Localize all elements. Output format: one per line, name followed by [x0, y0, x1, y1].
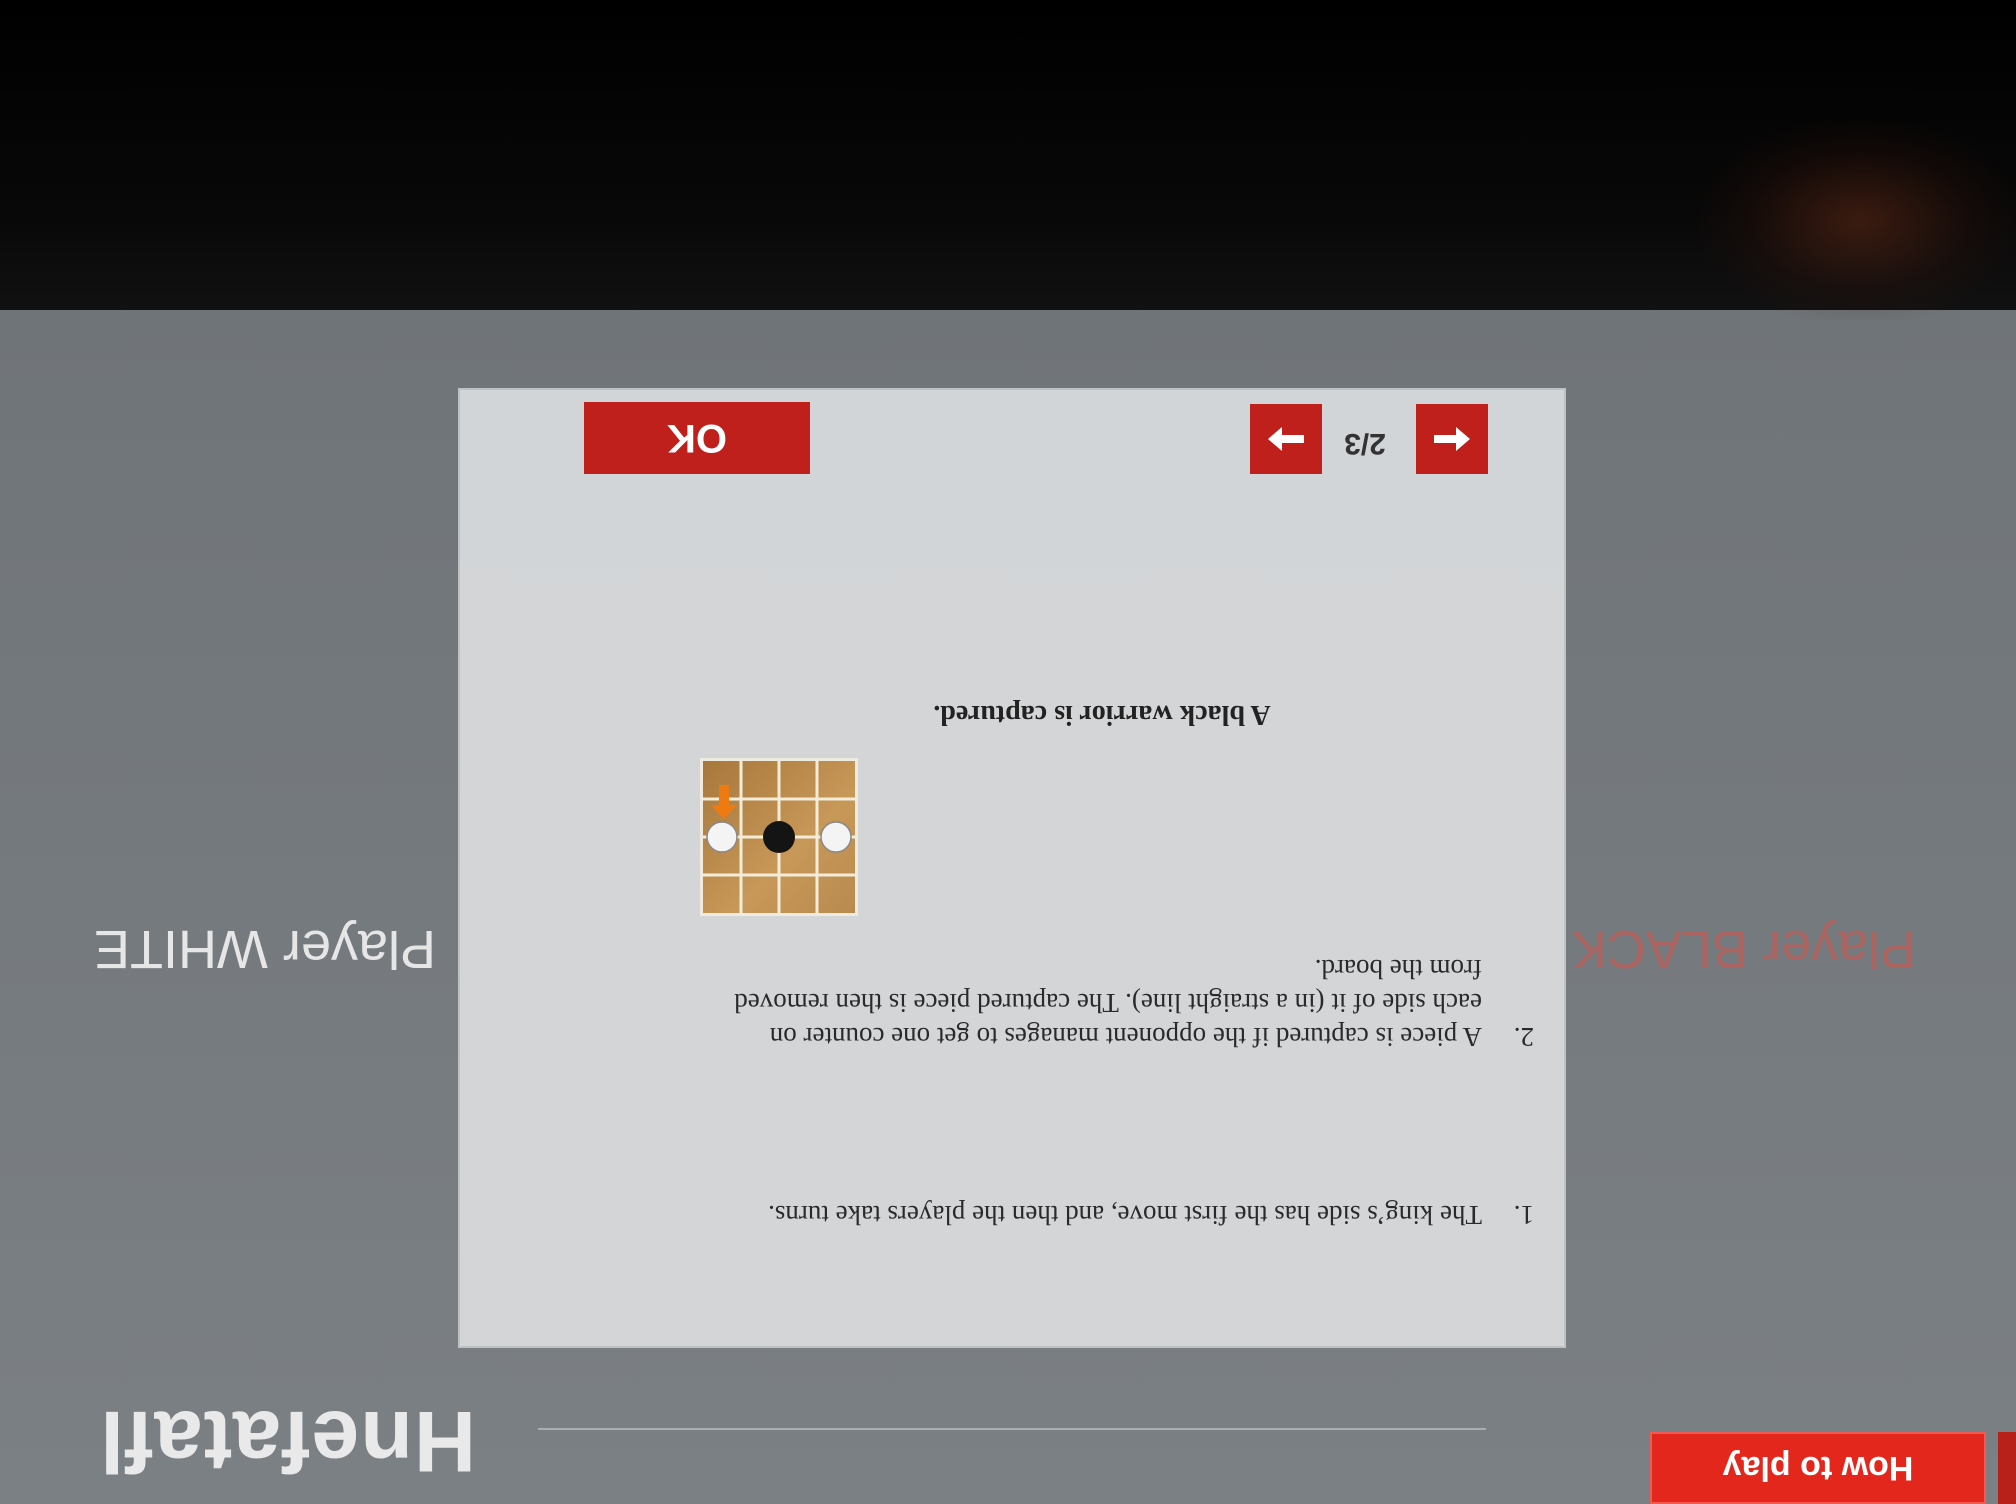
rule-number: 2. — [1513, 1022, 1534, 1052]
ok-button[interactable]: OK — [584, 402, 810, 474]
game-screen: How to play Hnefatafl Player BLACK Playe… — [0, 304, 2016, 1504]
previous-page-button[interactable] — [1416, 404, 1488, 474]
how-to-play-dialog: 1. The king’s side has the first move, a… — [458, 388, 1566, 1348]
player-black-label: Player BLACK — [1570, 919, 1916, 979]
white-piece — [706, 821, 738, 853]
capture-illustration — [700, 758, 858, 916]
figure-caption: A black warrior is captured. — [933, 699, 1271, 730]
rotated-screen: How to play Hnefatafl Player BLACK Playe… — [0, 0, 2016, 1504]
black-piece — [763, 821, 795, 853]
white-piece — [820, 821, 852, 853]
rule-text: A piece is captured if the opponent mana… — [734, 954, 1482, 1052]
app-title: Hnefatafl — [99, 1393, 476, 1489]
rule-text: The king’s side has the first move, and … — [768, 1200, 1482, 1230]
hand-glare — [1700, 120, 2016, 320]
back-tab[interactable] — [1998, 1432, 2016, 1504]
orange-arrow-icon — [711, 785, 737, 819]
arrow-right-icon — [1268, 427, 1304, 451]
rule-item: 1. The king’s side has the first move, a… — [762, 1198, 1534, 1232]
page-indicator: 2/3 — [1344, 427, 1386, 460]
player-white-label: Player WHITE — [93, 919, 436, 979]
how-to-play-button[interactable]: How to play — [1650, 1432, 1986, 1504]
rule-number: 1. — [1513, 1200, 1534, 1230]
arrow-left-icon — [1434, 427, 1470, 451]
next-page-button[interactable] — [1250, 404, 1322, 474]
rule-item: 2. A piece is captured if the opponent m… — [722, 952, 1534, 1054]
header-divider — [538, 1428, 1486, 1430]
